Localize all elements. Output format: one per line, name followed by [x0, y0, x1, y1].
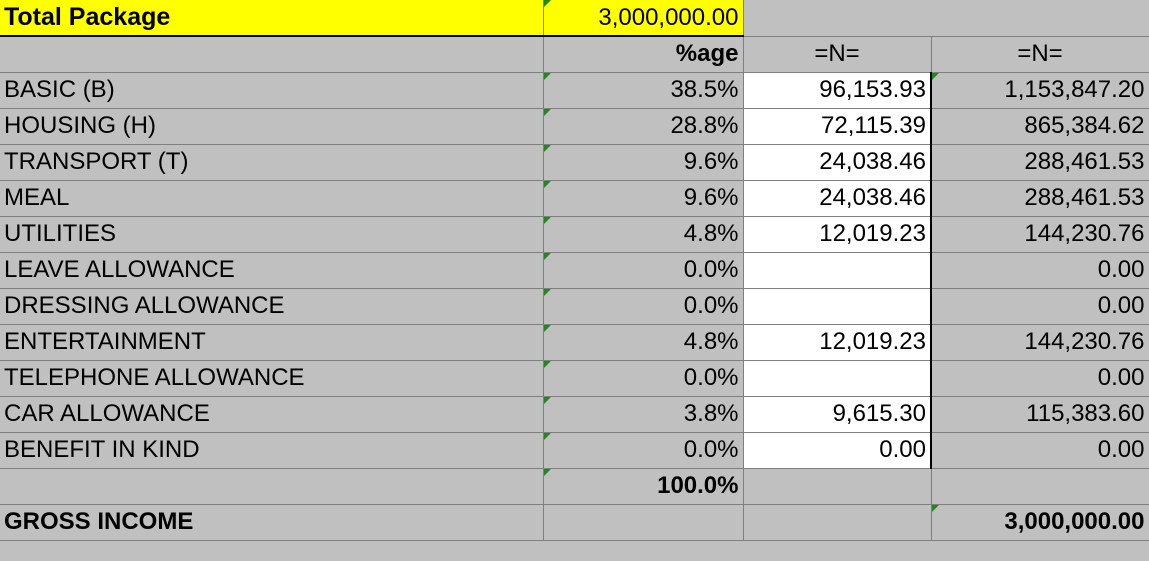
total-package-value[interactable]: 3,000,000.00: [543, 0, 744, 37]
total-package-row: Total Package 3,000,000.00: [0, 0, 1149, 37]
row-monthly[interactable]: 24,038.46: [743, 144, 932, 181]
empty-cell[interactable]: [543, 504, 744, 541]
empty-cell[interactable]: [0, 468, 544, 505]
table-row: MEAL 9.6% 24,038.46 288,461.53: [0, 180, 1149, 217]
row-pct[interactable]: 4.8%: [543, 216, 744, 253]
row-annual[interactable]: 0.00: [931, 252, 1149, 289]
row-pct[interactable]: 0.0%: [543, 360, 744, 397]
empty-cell[interactable]: [743, 468, 932, 505]
row-label[interactable]: TRANSPORT (T): [0, 144, 544, 181]
row-pct[interactable]: 3.8%: [543, 396, 744, 433]
row-annual[interactable]: 1,153,847.20: [931, 72, 1149, 109]
total-package-label[interactable]: Total Package: [0, 0, 544, 37]
row-pct[interactable]: 0.0%: [543, 432, 744, 469]
table-row: HOUSING (H) 28.8% 72,115.39 865,384.62: [0, 108, 1149, 145]
total-pct-row: 100.0%: [0, 468, 1149, 505]
table-row: DRESSING ALLOWANCE 0.0% 0.00: [0, 288, 1149, 325]
empty-cell[interactable]: [0, 36, 544, 73]
gross-income-label[interactable]: GROSS INCOME: [0, 504, 544, 541]
row-monthly[interactable]: 9,615.30: [743, 396, 932, 433]
table-row: TRANSPORT (T) 9.6% 24,038.46 288,461.53: [0, 144, 1149, 181]
row-label[interactable]: ENTERTAINMENT: [0, 324, 544, 361]
row-label[interactable]: HOUSING (H): [0, 108, 544, 145]
row-monthly[interactable]: [743, 360, 932, 397]
table-row: ENTERTAINMENT 4.8% 12,019.23 144,230.76: [0, 324, 1149, 361]
table-row: LEAVE ALLOWANCE 0.0% 0.00: [0, 252, 1149, 289]
pct-header[interactable]: %age: [543, 36, 744, 73]
row-pct[interactable]: 4.8%: [543, 324, 744, 361]
row-annual[interactable]: 0.00: [931, 288, 1149, 325]
row-annual[interactable]: 115,383.60: [931, 396, 1149, 433]
gross-income-row: GROSS INCOME 3,000,000.00: [0, 504, 1149, 541]
annual-header[interactable]: =N=: [931, 36, 1149, 73]
row-annual[interactable]: 865,384.62: [931, 108, 1149, 145]
monthly-header[interactable]: =N=: [743, 36, 932, 73]
row-annual[interactable]: 288,461.53: [931, 144, 1149, 181]
table-row: UTILITIES 4.8% 12,019.23 144,230.76: [0, 216, 1149, 253]
total-pct-value[interactable]: 100.0%: [543, 468, 744, 505]
row-annual[interactable]: 288,461.53: [931, 180, 1149, 217]
row-monthly[interactable]: 12,019.23: [743, 324, 932, 361]
row-pct[interactable]: 0.0%: [543, 288, 744, 325]
row-label[interactable]: BENEFIT IN KIND: [0, 432, 544, 469]
row-monthly[interactable]: 72,115.39: [743, 108, 932, 145]
header-row: %age =N= =N=: [0, 36, 1149, 73]
salary-sheet: Total Package 3,000,000.00 %age =N= =N= …: [0, 0, 1149, 541]
row-annual[interactable]: 144,230.76: [931, 324, 1149, 361]
row-label[interactable]: BASIC (B): [0, 72, 544, 109]
row-monthly[interactable]: 0.00: [743, 432, 932, 469]
row-label[interactable]: MEAL: [0, 180, 544, 217]
row-label[interactable]: TELEPHONE ALLOWANCE: [0, 360, 544, 397]
row-pct[interactable]: 9.6%: [543, 180, 744, 217]
empty-cell[interactable]: [743, 504, 932, 541]
row-pct[interactable]: 9.6%: [543, 144, 744, 181]
table-row: TELEPHONE ALLOWANCE 0.0% 0.00: [0, 360, 1149, 397]
row-label[interactable]: CAR ALLOWANCE: [0, 396, 544, 433]
row-label[interactable]: DRESSING ALLOWANCE: [0, 288, 544, 325]
empty-cell[interactable]: [743, 0, 931, 37]
row-annual[interactable]: 144,230.76: [931, 216, 1149, 253]
row-label[interactable]: UTILITIES: [0, 216, 544, 253]
empty-cell[interactable]: [931, 468, 1149, 505]
row-pct[interactable]: 28.8%: [543, 108, 744, 145]
row-pct[interactable]: 38.5%: [543, 72, 744, 109]
gross-income-value[interactable]: 3,000,000.00: [931, 504, 1149, 541]
table-row: BASIC (B) 38.5% 96,153.93 1,153,847.20: [0, 72, 1149, 109]
row-monthly[interactable]: 96,153.93: [743, 72, 932, 109]
table-row: BENEFIT IN KIND 0.0% 0.00 0.00: [0, 432, 1149, 469]
row-pct[interactable]: 0.0%: [543, 252, 744, 289]
row-label[interactable]: LEAVE ALLOWANCE: [0, 252, 544, 289]
row-annual[interactable]: 0.00: [931, 360, 1149, 397]
row-monthly[interactable]: [743, 252, 932, 289]
empty-cell[interactable]: [931, 0, 1149, 37]
row-monthly[interactable]: 12,019.23: [743, 216, 932, 253]
row-monthly[interactable]: 24,038.46: [743, 180, 932, 217]
table-row: CAR ALLOWANCE 3.8% 9,615.30 115,383.60: [0, 396, 1149, 433]
row-monthly[interactable]: [743, 288, 932, 325]
row-annual[interactable]: 0.00: [931, 432, 1149, 469]
